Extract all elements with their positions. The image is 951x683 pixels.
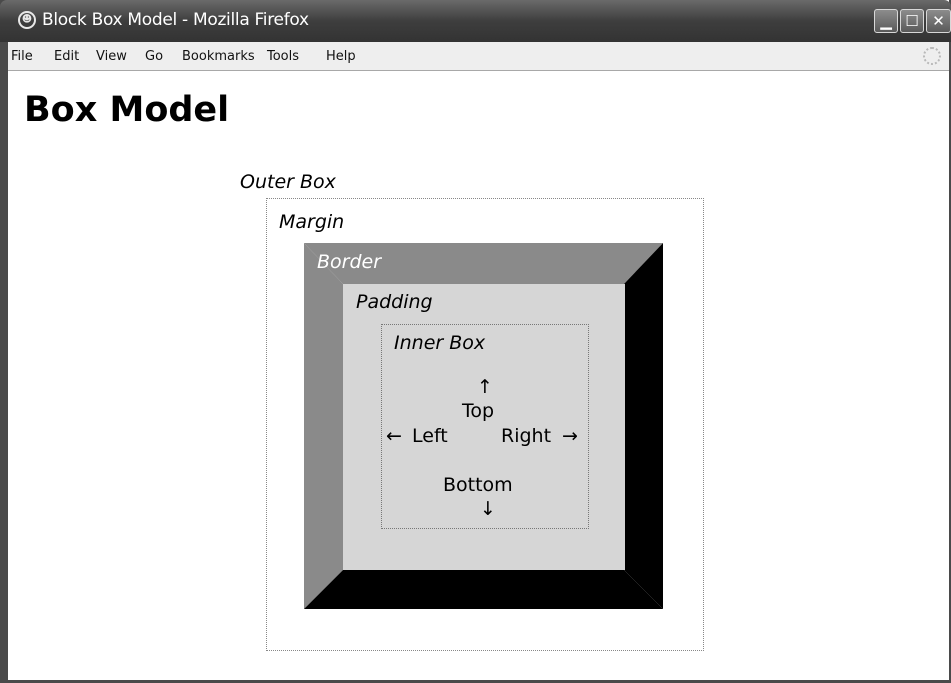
loading-throbber-icon	[923, 47, 941, 65]
minimize-icon: ▁	[880, 12, 892, 30]
arrow-left-icon: ←	[386, 425, 402, 447]
minimize-button[interactable]: ▁	[874, 9, 898, 33]
close-button[interactable]: ✕	[926, 9, 951, 33]
arrow-right-icon: →	[562, 425, 578, 447]
bottom-label: Bottom	[443, 474, 513, 496]
menu-view[interactable]: View	[96, 49, 127, 64]
menu-bar: File Edit View Go Bookmarks Tools Help	[8, 42, 949, 71]
menu-tools[interactable]: Tools	[267, 49, 299, 64]
right-label: Right	[501, 425, 552, 447]
left-label: Left	[412, 425, 448, 447]
close-icon: ✕	[932, 12, 945, 30]
menu-help[interactable]: Help	[326, 49, 356, 64]
page-title: Box Model	[24, 90, 230, 130]
browser-window: ☻ Block Box Model - Mozilla Firefox ▁ ☐ …	[0, 0, 951, 683]
border-label: Border	[317, 251, 382, 273]
menu-edit[interactable]: Edit	[54, 49, 79, 64]
firefox-logo-icon: ☻	[18, 11, 36, 29]
arrow-down-icon: ↓	[480, 498, 496, 520]
inner-box-label: Inner Box	[394, 332, 486, 354]
menu-file[interactable]: File	[11, 49, 33, 64]
padding-label: Padding	[356, 291, 433, 313]
margin-label: Margin	[279, 211, 345, 233]
window-title: Block Box Model - Mozilla Firefox	[42, 10, 309, 30]
menu-bookmarks[interactable]: Bookmarks	[182, 49, 255, 64]
maximize-icon: ☐	[905, 12, 919, 30]
title-bar[interactable]: ☻ Block Box Model - Mozilla Firefox ▁ ☐ …	[0, 0, 951, 42]
arrow-up-icon: ↑	[477, 376, 493, 398]
outer-box-label: Outer Box	[240, 171, 336, 193]
menu-go[interactable]: Go	[145, 49, 163, 64]
top-label: Top	[462, 400, 495, 422]
maximize-button[interactable]: ☐	[900, 9, 924, 33]
